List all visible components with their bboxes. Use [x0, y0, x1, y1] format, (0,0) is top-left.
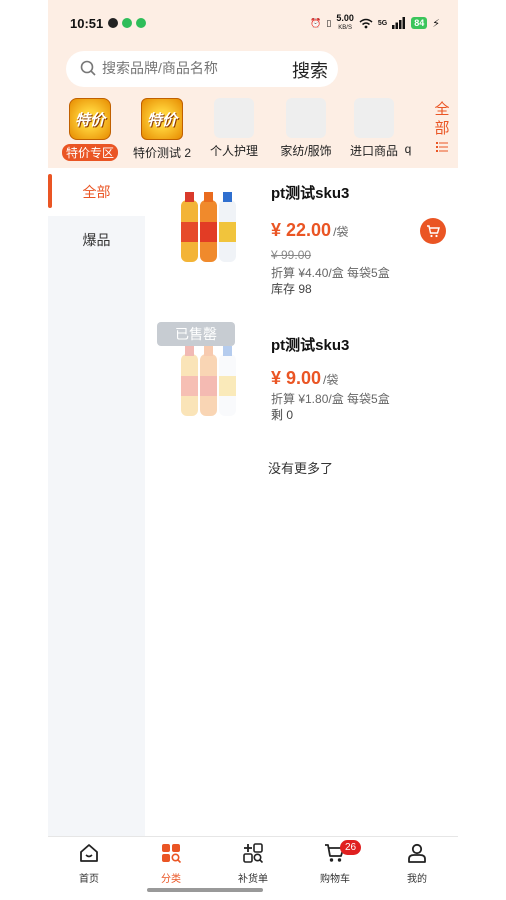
- tab-cart[interactable]: 26 购物车: [294, 840, 376, 885]
- price-value: ¥ 22.00: [271, 220, 332, 240]
- product-name: pt测试sku3: [271, 337, 350, 354]
- category-item-promo[interactable]: 特价 特价专区: [54, 96, 126, 162]
- stock-count: 剩 0: [271, 408, 294, 422]
- no-more-text: 没有更多了: [268, 461, 334, 476]
- search-bar[interactable]: 搜索: [66, 51, 338, 87]
- price-value: ¥ 9.00: [271, 368, 322, 388]
- wifi-icon: [359, 18, 373, 28]
- category-icon: [162, 844, 182, 864]
- home-indicator[interactable]: [147, 888, 263, 892]
- tab-label: 分类: [161, 874, 181, 885]
- original-price: ¥ 99.00: [271, 248, 312, 262]
- cart-badge: 26: [340, 840, 362, 855]
- all-categories-text-2: 部: [434, 120, 450, 137]
- search-button[interactable]: 搜索: [292, 57, 328, 83]
- vibrate-icon: ▯: [326, 17, 332, 28]
- price-unit: /袋: [333, 225, 349, 239]
- product-price: ¥ 22.00/袋: [271, 220, 348, 241]
- app-notify-icon: [136, 18, 146, 28]
- product-name: pt测试sku3: [271, 185, 350, 202]
- user-icon: [408, 843, 426, 863]
- unit-price-detail: 折算 ¥1.80/盒 每袋5盒: [271, 392, 390, 406]
- battery-indicator: 84: [411, 17, 428, 29]
- promo-image-text: 特价: [74, 111, 105, 129]
- category-label: 家纺/服饰: [280, 144, 332, 158]
- home-icon: [80, 844, 98, 862]
- sidebar-item-all[interactable]: 全部: [48, 168, 145, 216]
- promo-test-category-image: 特价: [141, 98, 183, 140]
- search-icon: [80, 60, 96, 76]
- alarm-icon: ⏰: [310, 17, 322, 28]
- list-icon: [436, 142, 448, 152]
- tab-home[interactable]: 首页: [48, 843, 130, 885]
- product-item[interactable]: pt测试sku3 ¥ 22.00/袋 ¥ 99.00 折算 ¥4.40/盒 每袋…: [145, 168, 458, 308]
- product-image: [181, 192, 236, 262]
- category-label: 特价专区: [61, 144, 118, 161]
- status-bar: 10:51 ⏰ ▯ 5.00 KB/S 5G 84 ⚡: [48, 0, 458, 48]
- sidebar-item-label: 全部: [82, 184, 111, 200]
- shield-icon: [122, 18, 132, 28]
- category-item-personal-care[interactable]: 个人护理: [198, 96, 270, 159]
- tab-label: 补货单: [238, 874, 268, 885]
- tab-category[interactable]: 分类: [130, 843, 212, 885]
- app-screen: 10:51 ⏰ ▯ 5.00 KB/S 5G 84 ⚡ 搜索 特价 特价专区 特价…: [48, 0, 458, 900]
- category-sidebar: 全部 爆品: [48, 168, 145, 836]
- category-label: 个人护理: [209, 144, 258, 158]
- unit-price-detail: 折算 ¥4.40/盒 每袋5盒: [271, 266, 390, 280]
- status-time: 10:51: [70, 16, 104, 31]
- category-placeholder-image: [354, 98, 394, 138]
- sidebar-item-hot[interactable]: 爆品: [48, 216, 145, 264]
- stock-count: 库存 98: [271, 282, 312, 296]
- status-right: ⏰ ▯ 5.00 KB/S 5G 84 ⚡: [310, 14, 440, 32]
- search-input[interactable]: [102, 60, 282, 76]
- cart-icon: [427, 225, 440, 238]
- product-list: pt测试sku3 ¥ 22.00/袋 ¥ 99.00 折算 ¥4.40/盒 每袋…: [145, 168, 458, 836]
- category-item-partial[interactable]: q: [396, 96, 420, 156]
- category-item-promo-test[interactable]: 特价 特价测试 2: [126, 96, 198, 161]
- category-strip: 特价 特价专区 特价 特价测试 2 个人护理 家纺/服饰 进口商品 q 全 部: [48, 96, 458, 166]
- product-image: [181, 346, 236, 416]
- category-placeholder-image: [214, 98, 254, 138]
- category-label: 特价测试 2: [132, 146, 191, 160]
- sidebar-item-label: 爆品: [82, 232, 111, 248]
- net-speed: 5.00: [336, 13, 354, 23]
- all-categories-button[interactable]: 全 部: [434, 100, 450, 157]
- active-indicator: [48, 174, 52, 208]
- charging-icon: ⚡: [432, 17, 440, 30]
- signal-icon: [392, 17, 406, 29]
- network-type: 5G: [377, 19, 388, 27]
- all-categories-text-1: 全: [434, 101, 450, 118]
- restock-icon: [243, 843, 264, 864]
- category-item-textiles[interactable]: 家纺/服饰: [270, 96, 342, 159]
- add-to-cart-button[interactable]: [420, 218, 446, 244]
- net-speed-unit: KB/S: [338, 25, 352, 31]
- notification-icons: [108, 18, 146, 28]
- product-price: ¥ 9.00/袋: [271, 368, 338, 389]
- tab-label: 我的: [407, 874, 427, 885]
- tab-label: 首页: [79, 874, 99, 885]
- category-placeholder-image: [286, 98, 326, 138]
- wechat-icon: [108, 18, 118, 28]
- tab-label: 购物车: [320, 874, 350, 885]
- category-label: q: [404, 142, 412, 156]
- promo-image-text: 特价: [146, 111, 177, 129]
- product-item[interactable]: 已售罄 pt测试sku3 ¥ 9.00/袋 折算 ¥1.80/盒 每袋5盒 剩 …: [145, 322, 458, 442]
- price-unit: /袋: [323, 373, 339, 387]
- tab-restock[interactable]: 补货单: [212, 843, 294, 885]
- sold-out-badge: 已售罄: [157, 322, 235, 346]
- tab-profile[interactable]: 我的: [376, 843, 458, 885]
- promo-category-image: 特价: [69, 98, 111, 140]
